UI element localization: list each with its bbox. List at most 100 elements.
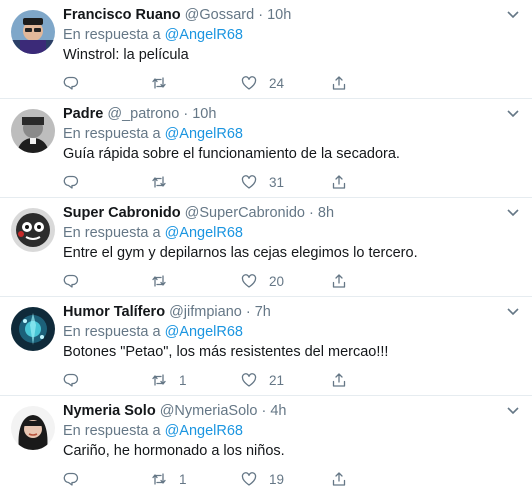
timestamp[interactable]: 4h: [270, 403, 286, 419]
tweet-actions: 31: [63, 173, 353, 191]
timestamp[interactable]: 10h: [267, 7, 291, 23]
share-icon: [332, 472, 346, 486]
reply-mention-link[interactable]: @AngelR68: [165, 324, 243, 340]
share-button[interactable]: [331, 371, 347, 389]
reply-context: En respuesta a @AngelR68: [63, 26, 243, 44]
timestamp[interactable]: 7h: [255, 304, 271, 320]
retweet-count: 1: [179, 372, 187, 388]
tweet-actions: 1 21: [63, 371, 353, 389]
retweet-count: 1: [179, 471, 187, 487]
like-count: 20: [269, 273, 285, 289]
retweet-icon: [152, 473, 166, 485]
display-name[interactable]: Francisco Ruano: [63, 7, 181, 23]
reply-feed: Francisco Ruano @Gossard · 10h En respue…: [0, 0, 532, 493]
like-button[interactable]: 31: [241, 173, 284, 191]
chevron-down-icon[interactable]: [506, 307, 520, 317]
chevron-down-icon[interactable]: [506, 406, 520, 416]
like-button[interactable]: 20: [241, 272, 284, 290]
display-name[interactable]: Super Cabronido: [63, 205, 181, 221]
like-button[interactable]: 21: [241, 371, 284, 389]
chevron-down-icon[interactable]: [506, 10, 520, 20]
reply-button[interactable]: [63, 470, 79, 488]
like-button[interactable]: 24: [241, 74, 284, 92]
tweet-text: Winstrol: la película: [63, 47, 189, 63]
separator: ·: [309, 205, 314, 221]
timestamp[interactable]: 8h: [318, 205, 334, 221]
timestamp[interactable]: 10h: [192, 106, 216, 122]
like-count: 19: [269, 471, 285, 487]
reply-context: En respuesta a @AngelR68: [63, 125, 243, 143]
user-handle[interactable]: @jifmpiano: [169, 304, 242, 320]
user-handle[interactable]: @SuperCabronido: [185, 205, 305, 221]
share-icon: [332, 175, 346, 189]
tweet[interactable]: Humor Talífero @jifmpiano · 7h En respue…: [0, 297, 532, 396]
retweet-button[interactable]: [151, 173, 179, 191]
reply-button[interactable]: [63, 173, 79, 191]
reply-icon: [63, 472, 79, 486]
retweet-button[interactable]: [151, 272, 179, 290]
reply-context: En respuesta a @AngelR68: [63, 224, 243, 242]
user-handle[interactable]: @Gossard: [185, 7, 255, 23]
reply-prefix: En respuesta a: [63, 324, 161, 340]
display-name[interactable]: Padre: [63, 106, 103, 122]
share-button[interactable]: [331, 173, 347, 191]
tweet-actions: 24: [63, 74, 353, 92]
reply-mention-link[interactable]: @AngelR68: [165, 126, 243, 142]
separator: ·: [245, 304, 251, 320]
share-button[interactable]: [331, 74, 347, 92]
share-icon: [332, 373, 346, 387]
reply-button[interactable]: [63, 272, 79, 290]
tweet[interactable]: Padre @_patrono · 10h En respuesta a @An…: [0, 99, 532, 198]
like-button[interactable]: 19: [241, 470, 284, 488]
user-handle[interactable]: @NymeriaSolo: [160, 403, 258, 419]
reply-prefix: En respuesta a: [63, 225, 161, 241]
like-icon: [241, 472, 257, 486]
tweet-text: Botones "Petao", los más resistentes del…: [63, 344, 389, 360]
tweet[interactable]: Super Cabronido @SuperCabronido · 8h En …: [0, 198, 532, 297]
tweet-header: Humor Talífero @jifmpiano · 7h: [63, 303, 271, 321]
share-icon: [332, 274, 346, 288]
tweet-actions: 1 19: [63, 470, 353, 488]
tweet-text: Entre el gym y depilarnos las cejas eleg…: [63, 245, 418, 261]
reply-prefix: En respuesta a: [63, 27, 161, 43]
reply-mention-link[interactable]: @AngelR68: [165, 27, 243, 43]
tweet-text: Cariño, he hormonado a los niños.: [63, 443, 285, 459]
avatar[interactable]: [11, 307, 55, 351]
tweet-header: Nymeria Solo @NymeriaSolo · 4h: [63, 402, 286, 420]
tweet-actions: 20: [63, 272, 353, 290]
reply-mention-link[interactable]: @AngelR68: [165, 225, 243, 241]
reply-prefix: En respuesta a: [63, 423, 161, 439]
chevron-down-icon[interactable]: [506, 109, 520, 119]
reply-icon: [63, 373, 79, 387]
display-name[interactable]: Nymeria Solo: [63, 403, 156, 419]
reply-mention-link[interactable]: @AngelR68: [165, 423, 243, 439]
display-name[interactable]: Humor Talífero: [63, 304, 165, 320]
reply-icon: [63, 274, 79, 288]
retweet-icon: [152, 77, 166, 89]
tweet[interactable]: Nymeria Solo @NymeriaSolo · 4h En respue…: [0, 396, 532, 493]
avatar[interactable]: [11, 109, 55, 153]
reply-button[interactable]: [63, 74, 79, 92]
avatar[interactable]: [11, 406, 55, 450]
retweet-button[interactable]: 1: [151, 470, 187, 488]
like-icon: [241, 373, 257, 387]
retweet-icon: [152, 176, 166, 188]
reply-context: En respuesta a @AngelR68: [63, 422, 243, 440]
retweet-button[interactable]: 1: [151, 371, 187, 389]
retweet-icon: [152, 374, 166, 386]
like-icon: [241, 274, 257, 288]
reply-context: En respuesta a @AngelR68: [63, 323, 243, 341]
share-button[interactable]: [331, 272, 347, 290]
share-icon: [332, 76, 346, 90]
avatar[interactable]: [11, 10, 55, 54]
share-button[interactable]: [331, 470, 347, 488]
retweet-button[interactable]: [151, 74, 179, 92]
reply-icon: [63, 175, 79, 189]
tweet[interactable]: Francisco Ruano @Gossard · 10h En respue…: [0, 0, 532, 99]
reply-button[interactable]: [63, 371, 79, 389]
chevron-down-icon[interactable]: [506, 208, 520, 218]
retweet-icon: [152, 275, 166, 287]
separator: ·: [183, 106, 189, 122]
user-handle[interactable]: @_patrono: [107, 106, 179, 122]
avatar[interactable]: [11, 208, 55, 252]
